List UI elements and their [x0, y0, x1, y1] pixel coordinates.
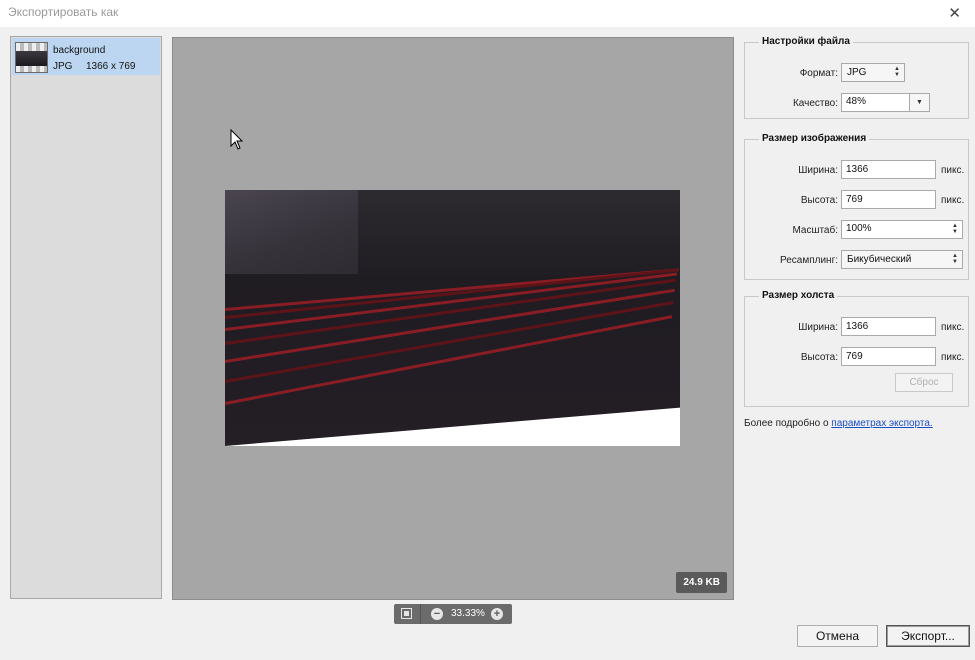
- fit-screen-icon[interactable]: [401, 608, 412, 619]
- format-select[interactable]: JPG ▲ ▼: [841, 63, 905, 82]
- resample-label: Ресамплинг:: [779, 255, 838, 266]
- resample-select[interactable]: Бикубический ▲ ▼: [841, 250, 963, 269]
- image-width-input[interactable]: [841, 160, 936, 179]
- title-bar: Экспортировать как ✕: [0, 0, 975, 27]
- canvas-size-group: Размер холста Ширина: пикс. Высота: пикс…: [744, 290, 969, 407]
- zoom-bar: − 33.33% +: [394, 604, 512, 624]
- chevron-down-icon[interactable]: ▼: [909, 94, 929, 111]
- layer-name: background: [53, 45, 106, 56]
- cinema-photo: [225, 190, 680, 446]
- file-settings-group: Настройки файла Формат: JPG ▲ ▼ Качество:…: [744, 36, 969, 119]
- layer-format: JPG: [53, 61, 73, 72]
- window-title: Экспортировать как: [8, 5, 119, 19]
- unit-label: пикс.: [941, 165, 965, 176]
- scale-spinner[interactable]: 100% ▲ ▼: [841, 220, 963, 239]
- height-label: Высота:: [800, 195, 838, 206]
- help-text: Более подробно о параметрах экспорта.: [744, 418, 933, 429]
- quality-label: Качество:: [792, 98, 838, 109]
- group-title: Настройки файла: [759, 36, 853, 47]
- canvas-width-input[interactable]: [841, 317, 936, 336]
- group-title: Размер изображения: [759, 133, 870, 144]
- height-label: Высота:: [800, 352, 838, 363]
- width-label: Ширина:: [798, 322, 838, 333]
- zoom-in-icon[interactable]: +: [491, 608, 503, 620]
- layer-item-background[interactable]: background JPG 1366 x 769: [12, 38, 160, 75]
- width-label: Ширина:: [798, 165, 838, 176]
- export-settings-link[interactable]: параметрах экспорта.: [831, 418, 932, 429]
- cinema-screen: [225, 190, 358, 274]
- spinner-icon: ▲ ▼: [952, 253, 958, 265]
- preview-area: 24.9 KB: [172, 37, 734, 600]
- scale-label: Масштаб:: [792, 225, 838, 236]
- image-size-group: Размер изображения Ширина: пикс. Высота:…: [744, 133, 969, 280]
- reset-button[interactable]: Сброс: [895, 373, 953, 392]
- layer-list: background JPG 1366 x 769: [10, 36, 162, 599]
- canvas-height-input[interactable]: [841, 347, 936, 366]
- spinner-icon: ▲ ▼: [894, 66, 900, 78]
- unit-label: пикс.: [941, 195, 965, 206]
- layer-thumbnail: [15, 42, 48, 73]
- cancel-button[interactable]: Отмена: [797, 625, 878, 647]
- quality-combobox[interactable]: 48% ▼: [841, 93, 930, 112]
- layer-dimensions: 1366 x 769: [86, 61, 136, 72]
- close-icon[interactable]: ✕: [948, 4, 961, 22]
- group-title: Размер холста: [759, 290, 838, 301]
- spinner-icon[interactable]: ▲ ▼: [952, 223, 958, 235]
- file-size-badge: 24.9 KB: [676, 572, 727, 593]
- unit-label: пикс.: [941, 322, 965, 333]
- export-button[interactable]: Экспорт...: [886, 625, 970, 647]
- preview-image: [225, 190, 680, 446]
- mouse-pointer-icon: [230, 129, 244, 150]
- zoom-out-icon[interactable]: −: [431, 608, 443, 620]
- image-height-input[interactable]: [841, 190, 936, 209]
- format-label: Формат:: [799, 68, 838, 79]
- unit-label: пикс.: [941, 352, 965, 363]
- zoom-level: 33.33%: [451, 608, 485, 619]
